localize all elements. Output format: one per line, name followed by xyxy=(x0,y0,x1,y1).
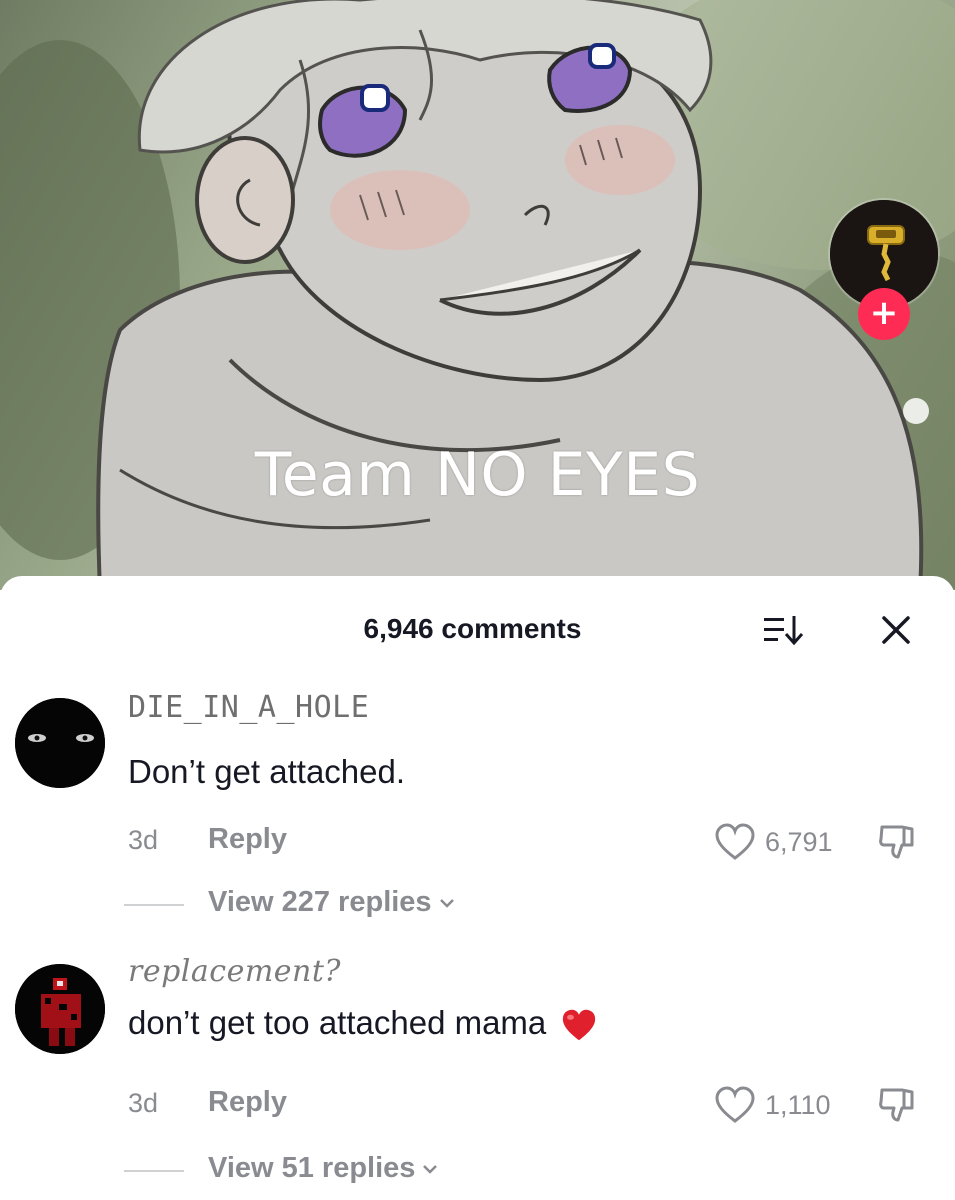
close-icon[interactable] xyxy=(876,610,916,650)
view-replies-button[interactable]: View 227 replies xyxy=(208,886,456,919)
view-replies-label: View 227 replies xyxy=(208,886,432,918)
avatar[interactable] xyxy=(15,964,105,1054)
replies-divider xyxy=(124,904,184,906)
chevron-down-icon xyxy=(439,899,454,909)
comment-item: replacement? don’t get too attached mama… xyxy=(0,954,955,1200)
comment-text: don’t get too attached mama xyxy=(128,1004,598,1042)
comment-username[interactable]: replacement? xyxy=(128,954,341,989)
comment-timestamp: 3d xyxy=(128,825,159,855)
comments-header: 6,946 comments xyxy=(0,576,955,684)
avatar[interactable] xyxy=(15,698,105,788)
comments-sheet: 6,946 comments DIE_IN_A_HOLE Don’t get a… xyxy=(0,576,955,1200)
comment-timestamp: 3d xyxy=(128,1088,159,1118)
follow-plus-button[interactable]: + xyxy=(858,288,910,340)
video-player[interactable]: Team NO EYES + xyxy=(0,0,955,590)
red-heart-emoji xyxy=(563,1009,596,1041)
comment-text: Don’t get attached. xyxy=(128,753,406,790)
comment-item: DIE_IN_A_HOLE Don’t get attached. 3d Rep… xyxy=(0,684,955,924)
like-count: 1,110 xyxy=(765,1090,831,1120)
side-action-icon[interactable] xyxy=(903,398,929,424)
dislike-icon[interactable] xyxy=(876,821,918,863)
comment-text-body: don’t get too attached mama xyxy=(128,1004,547,1041)
eyes-in-dark-avatar-image xyxy=(15,698,105,788)
reply-button[interactable]: Reply xyxy=(208,823,287,856)
sort-icon[interactable] xyxy=(762,610,806,650)
video-caption-overlay: Team NO EYES xyxy=(254,440,701,510)
view-replies-label: View 51 replies xyxy=(208,1152,416,1184)
dislike-icon[interactable] xyxy=(876,1084,918,1126)
like-count: 6,791 xyxy=(765,827,833,857)
chevron-down-icon xyxy=(423,1165,438,1175)
heart-outline-icon[interactable] xyxy=(713,822,757,862)
reply-button[interactable]: Reply xyxy=(208,1086,287,1119)
heart-outline-icon[interactable] xyxy=(713,1085,757,1125)
pixel-figure-avatar-image xyxy=(15,964,105,1054)
comment-username[interactable]: DIE_IN_A_HOLE xyxy=(128,690,369,725)
replies-divider xyxy=(124,1170,184,1172)
view-replies-button[interactable]: View 51 replies xyxy=(208,1152,439,1185)
